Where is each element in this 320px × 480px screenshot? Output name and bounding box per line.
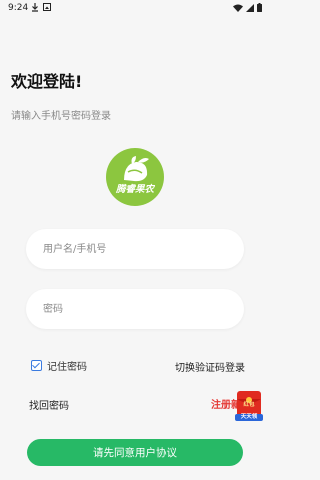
red-packet-promo[interactable]: 红包 天天领 [234,389,264,423]
app-logo: 腾睿果农 [106,148,164,206]
forgot-password-link[interactable]: 找回密码 [29,397,69,412]
agree-terms-button[interactable]: 请先同意用户协议 [27,439,243,466]
switch-to-code-login-link[interactable]: 切换验证码登录 [175,359,245,374]
red-packet-line2: 天天领 [240,414,258,420]
remember-password-toggle[interactable]: 记住密码 [31,358,87,373]
fruit-icon [124,156,149,182]
logo-text: 腾睿果农 [115,184,154,195]
wifi-icon [233,4,243,15]
download-icon [31,3,39,14]
signal-icon [246,3,254,15]
page-title: 欢迎登陆! [11,72,83,91]
notification-image-icon [43,3,51,14]
username-field[interactable] [26,229,244,269]
username-input[interactable] [43,229,233,269]
battery-icon [257,3,262,15]
remember-checkbox[interactable] [31,360,42,371]
password-field[interactable] [26,289,244,329]
red-packet-text: 红包 天天领 [234,402,264,420]
password-input[interactable] [43,289,233,329]
status-time: 9:24 [8,3,29,13]
page-subtitle: 请输入手机号密码登录 [11,111,111,122]
status-bar: 9:24 [0,0,270,16]
red-packet-line1: 红包 [243,402,255,408]
remember-label: 记住密码 [47,362,87,373]
status-right-icons [233,3,262,15]
